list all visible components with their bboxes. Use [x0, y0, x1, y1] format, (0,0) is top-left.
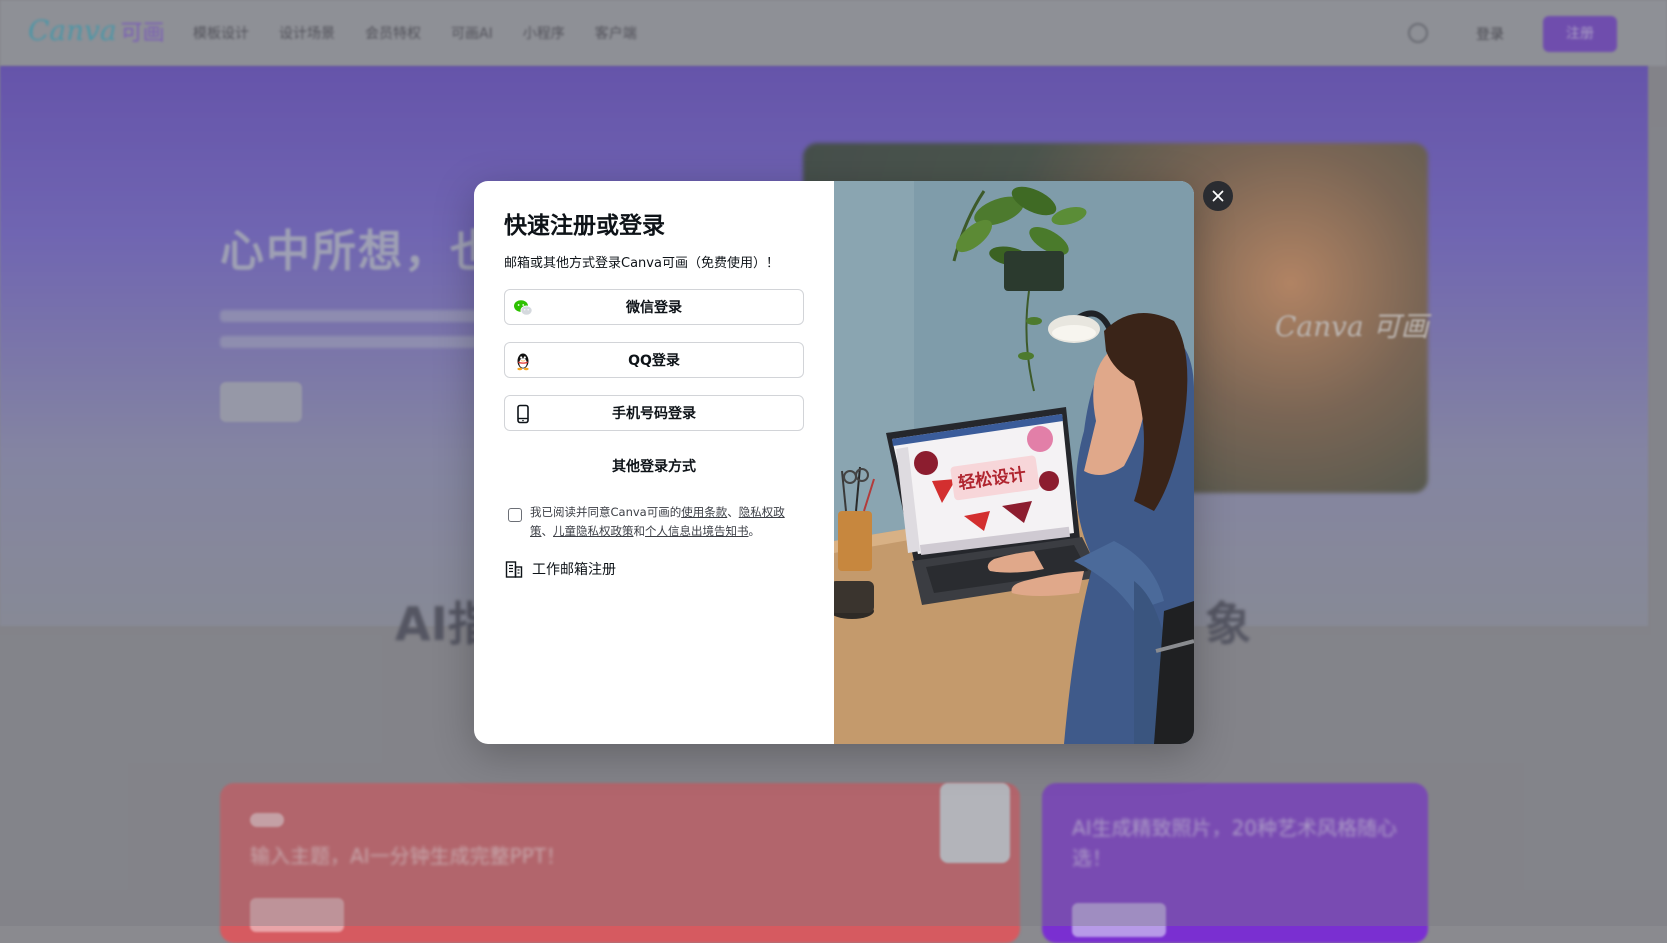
close-modal-button[interactable]: [1203, 181, 1233, 211]
other-login-methods-link[interactable]: 其他登录方式: [504, 457, 804, 477]
work-email-label: 工作邮箱注册: [532, 562, 616, 578]
agreement-row: 我已阅读并同意Canva可画的使用条款、隐私权政策、儿童隐私权政策和个人信息出境…: [504, 503, 804, 541]
children-privacy-policy-link[interactable]: 儿童隐私权政策: [553, 524, 634, 538]
mobile-phone-icon: [517, 404, 529, 424]
personal-info-notice-link[interactable]: 个人信息出境告知书: [645, 524, 749, 538]
promo-illustration: 轻松设计: [834, 181, 1194, 744]
work-email-signup-link[interactable]: 工作邮箱注册: [504, 559, 644, 579]
close-icon: [1212, 190, 1224, 202]
phone-login-button[interactable]: 手机号码登录: [504, 395, 804, 431]
agreement-suffix: 。: [748, 524, 761, 538]
wechat-login-button[interactable]: 微信登录: [504, 289, 804, 325]
login-modal: 快速注册或登录 邮箱或其他方式登录Canva可画（免费使用）！ 微信登录 QQ登…: [474, 181, 1194, 744]
agreement-separator: 、: [541, 524, 554, 538]
phone-login-label: 手机号码登录: [612, 406, 696, 422]
terms-of-use-link[interactable]: 使用条款: [681, 505, 727, 519]
agreement-prefix: 我已阅读并同意Canva可画的: [530, 505, 682, 519]
qq-penguin-icon: [517, 353, 529, 371]
building-icon: [505, 561, 523, 578]
modal-title: 快速注册或登录: [504, 213, 665, 239]
qq-login-label: QQ登录: [628, 353, 680, 369]
woman-at-laptop-illustration: 轻松设计: [834, 181, 1194, 744]
agreement-text: 我已阅读并同意Canva可画的使用条款、隐私权政策、儿童隐私权政策和个人信息出境…: [530, 503, 798, 541]
agreement-checkbox[interactable]: [508, 508, 522, 522]
modal-subtitle: 邮箱或其他方式登录Canva可画（免费使用）！: [504, 256, 779, 271]
agreement-separator: 、: [727, 505, 739, 519]
agreement-conjunction: 和: [633, 524, 646, 538]
qq-login-button[interactable]: QQ登录: [504, 342, 804, 378]
wechat-login-label: 微信登录: [626, 300, 682, 316]
wechat-icon: [514, 300, 533, 316]
login-form-panel: 快速注册或登录 邮箱或其他方式登录Canva可画（免费使用）！ 微信登录 QQ登…: [474, 181, 834, 744]
